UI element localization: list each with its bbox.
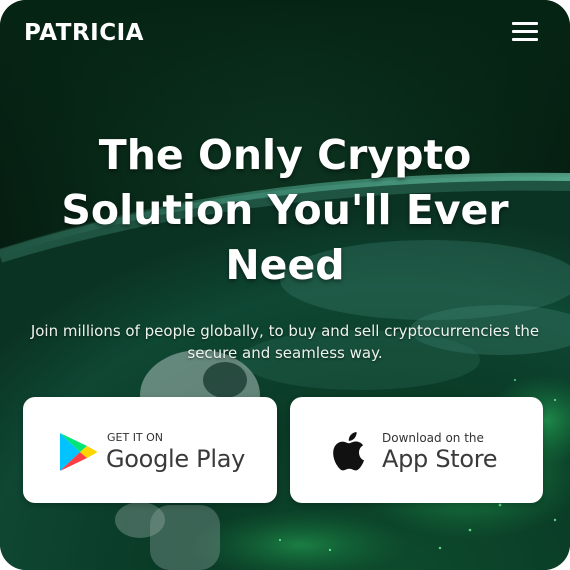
app-store-small-label: Download on the: [382, 431, 484, 445]
top-navigation-bar: PATRICIA: [0, 0, 570, 70]
google-play-small-label: GET IT ON: [107, 431, 164, 444]
hero-headline: The Only Crypto Solution You'll Ever Nee…: [0, 128, 570, 293]
google-play-label: Google Play: [106, 445, 246, 473]
apple-icon: [333, 432, 364, 471]
google-play-icon: [60, 433, 97, 471]
app-store-label: App Store: [382, 445, 498, 473]
app-frame: PATRICIA The Only Crypto Solution You'll…: [0, 0, 570, 570]
google-play-button[interactable]: GET IT ON Google Play: [23, 397, 277, 503]
hero-subtext-line-2: secure and seamless way.: [187, 344, 383, 362]
app-store-button[interactable]: Download on the App Store: [290, 397, 543, 503]
hero-headline-line-2: Solution You'll Ever: [61, 186, 509, 234]
hero-subtext-line-1: Join millions of people globally, to buy…: [30, 322, 540, 340]
hamburger-menu-icon[interactable]: [510, 20, 540, 44]
brand-logo-text[interactable]: PATRICIA: [24, 20, 144, 46]
hero-headline-line-1: The Only Crypto: [98, 131, 472, 179]
hero-headline-line-3: Need: [225, 241, 345, 289]
hero-subtext: Join millions of people globally, to buy…: [20, 320, 550, 364]
